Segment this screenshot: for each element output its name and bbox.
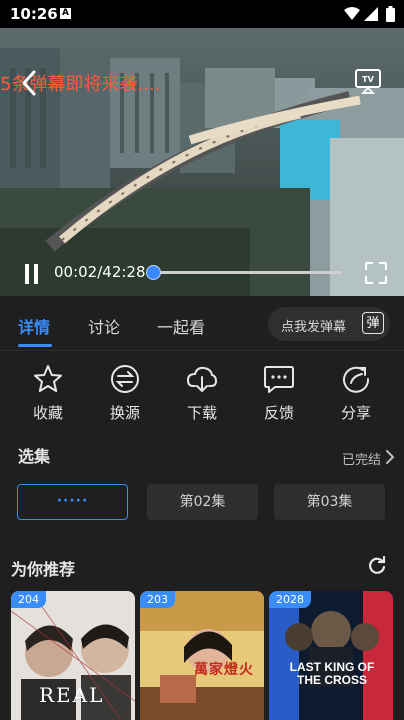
feedback-button[interactable]: 反馈 xyxy=(249,364,309,423)
playback-time: 00:02/42:28 xyxy=(54,263,146,281)
poster-2-badge: 203 xyxy=(140,591,175,608)
episode-item-playing[interactable]: ····· xyxy=(17,484,128,520)
tab-details[interactable]: 详情 xyxy=(18,314,50,338)
recommend-poster-2[interactable]: 203 萬家燈火 xyxy=(140,591,264,720)
share-label: 分享 xyxy=(340,404,371,422)
danmaku-toggle-icon[interactable]: 弹 xyxy=(362,312,384,334)
send-danmaku-button[interactable]: 点我发弹幕 弹 xyxy=(268,307,390,341)
episode-item-03[interactable]: 第03集 xyxy=(274,484,385,520)
download-icon xyxy=(186,366,218,393)
tab-active-indicator xyxy=(18,344,52,347)
action-row: 收藏 换源 下载 反馈 分享 xyxy=(0,364,404,434)
episodes-status[interactable]: 已完结 xyxy=(342,449,381,468)
poster-1-title: REAL xyxy=(39,683,105,707)
poster-3-title: LAST KING OF THE CROSS xyxy=(289,660,375,687)
video-player[interactable]: 5条弹幕即将来袭.... TV xyxy=(0,28,404,296)
download-label: 下载 xyxy=(186,404,217,422)
episodes-title: 选集 xyxy=(18,447,51,466)
share-button[interactable]: 分享 xyxy=(326,364,386,423)
favorite-label: 收藏 xyxy=(32,404,63,422)
pause-icon[interactable] xyxy=(24,263,40,285)
svg-text:TV: TV xyxy=(362,75,374,84)
status-time: 10:26 xyxy=(10,5,58,23)
switch-source-button[interactable]: 换源 xyxy=(95,364,155,423)
switch-source-label: 换源 xyxy=(109,404,140,422)
signal-icon xyxy=(364,7,378,21)
video-frame xyxy=(0,28,404,296)
favorite-button[interactable]: 收藏 xyxy=(18,364,78,423)
status-bar: 10:26 A xyxy=(0,0,404,28)
wifi-icon xyxy=(344,7,360,20)
tab-watch-together[interactable]: 一起看 xyxy=(157,314,205,338)
poster-2-art xyxy=(140,591,264,720)
download-button[interactable]: 下载 xyxy=(172,364,232,423)
cast-tv-icon[interactable]: TV xyxy=(354,66,382,96)
feedback-label: 反馈 xyxy=(263,404,294,422)
back-icon[interactable] xyxy=(18,68,40,98)
feedback-icon xyxy=(264,366,294,393)
poster-3-art xyxy=(269,591,393,720)
tab-discussion[interactable]: 讨论 xyxy=(88,314,120,338)
recommend-poster-3[interactable]: 2028 LAST KING OF THE CROSS xyxy=(269,591,393,720)
switch-source-icon xyxy=(111,365,139,393)
poster-3-badge: 2028 xyxy=(269,591,311,608)
notification-icon: A xyxy=(60,8,71,19)
recommend-poster-1[interactable]: 204 REAL xyxy=(11,591,135,720)
progress-bar[interactable] xyxy=(152,271,342,274)
star-icon xyxy=(34,365,62,392)
refresh-icon[interactable] xyxy=(367,555,387,575)
battery-icon xyxy=(386,6,395,22)
episode-item-02[interactable]: 第02集 xyxy=(147,484,258,520)
poster-1-badge: 204 xyxy=(11,591,46,608)
fullscreen-icon[interactable] xyxy=(365,262,387,284)
chevron-right-icon[interactable] xyxy=(385,449,395,465)
poster-2-title: 萬家燈火 xyxy=(194,662,254,678)
recommend-title: 为你推荐 xyxy=(11,560,76,579)
send-danmaku-label: 点我发弹幕 xyxy=(281,320,347,335)
share-icon xyxy=(343,366,370,393)
